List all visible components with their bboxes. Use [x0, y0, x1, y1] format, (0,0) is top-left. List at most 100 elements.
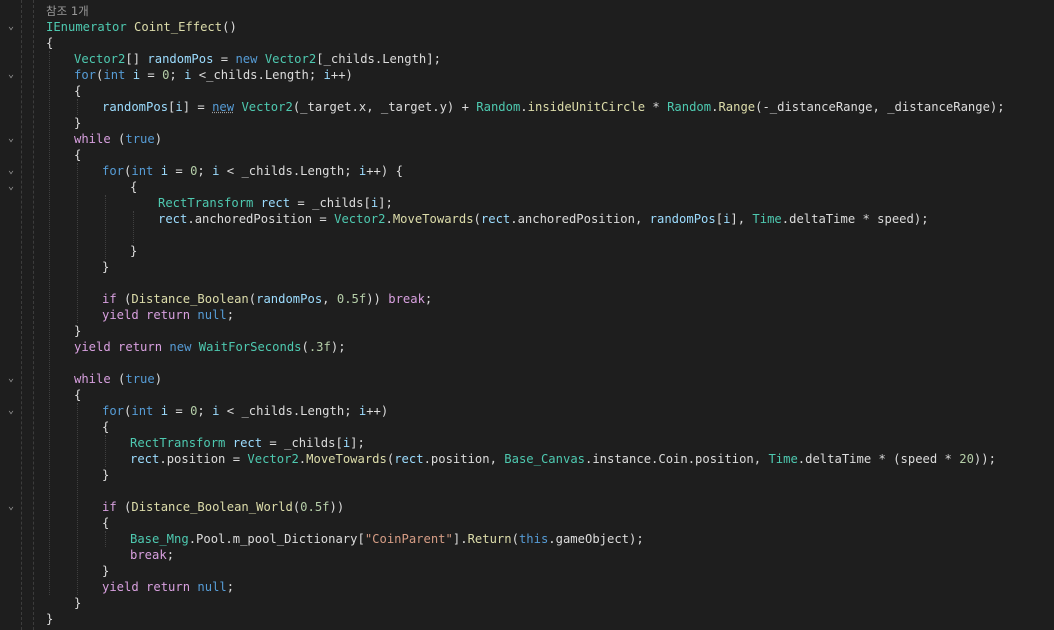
code-token: while [74, 372, 111, 386]
code-token: ); [330, 340, 346, 354]
code-token: Return [467, 532, 512, 546]
code-token: WaitForSeconds [198, 340, 302, 354]
code-line[interactable]: for(int i = 0; i <_childs.Length; i++) [74, 67, 353, 83]
code-token: while [74, 132, 111, 146]
code-token: .anchoredPosition, [510, 212, 650, 226]
code-line[interactable]: { [74, 83, 81, 99]
code-line[interactable]: if (Distance_Boolean_World(0.5f)) [102, 499, 344, 515]
code-token: = [140, 68, 163, 82]
code-line[interactable]: } [74, 595, 81, 611]
code-line[interactable]: } [74, 115, 81, 131]
code-line[interactable]: while (true) [74, 371, 162, 387]
code-token: rect [130, 452, 160, 466]
code-token: yield [102, 580, 139, 594]
code-token: [_childs.Length]; [316, 52, 441, 66]
code-token: ( [110, 372, 126, 386]
fold-chevron-icon[interactable]: ⌄ [6, 406, 16, 416]
fold-chevron-icon[interactable]: ⌄ [6, 374, 16, 384]
code-token: . [520, 100, 528, 114]
code-token: Vector2 [241, 100, 293, 114]
code-token: * [645, 100, 668, 114]
code-token: yield [102, 308, 139, 322]
code-token: ; [197, 404, 213, 418]
code-line[interactable]: { [46, 35, 53, 51]
code-token: MoveTowards [306, 452, 387, 466]
code-token: < _childs.Length; [219, 404, 359, 418]
code-line[interactable]: for(int i = 0; i < _childs.Length; i++) [102, 403, 388, 419]
code-token: .anchoredPosition = [187, 212, 335, 226]
code-token: randomPos [102, 100, 169, 114]
indent-guide [105, 531, 107, 547]
code-token: (_target.x, _target.y) + [292, 100, 477, 114]
code-line[interactable]: } [74, 323, 81, 339]
code-line[interactable]: for(int i = 0; i < _childs.Length; i++) … [102, 163, 403, 179]
code-line[interactable]: Base_Mng.Pool.m_pool_Dictionary["CoinPar… [130, 531, 644, 547]
code-token: rect [232, 436, 263, 450]
code-token: .Pool.m_pool_Dictionary[ [188, 532, 365, 546]
code-line[interactable]: } [46, 611, 53, 627]
code-token: )); [973, 452, 996, 466]
code-token: IEnumerator [46, 20, 127, 34]
code-line[interactable]: } [102, 467, 109, 483]
fold-chevron-icon[interactable]: ⌄ [6, 22, 16, 32]
code-token: MoveTowards [392, 212, 474, 226]
code-line[interactable]: { [102, 515, 109, 531]
code-line[interactable]: rect.position = Vector2.MoveTowards(rect… [130, 451, 996, 467]
code-token: RectTransform [130, 436, 226, 450]
code-line[interactable]: { [74, 147, 81, 163]
code-token: Range [718, 100, 756, 114]
code-token: ( [116, 500, 132, 514]
indent-guide [105, 195, 107, 259]
code-line[interactable]: Vector2[] randomPos = new Vector2[_child… [74, 51, 441, 67]
code-line[interactable]: { [130, 179, 137, 195]
code-line[interactable]: rect.anchoredPosition = Vector2.MoveTowa… [158, 211, 929, 227]
code-token: .position, [423, 452, 505, 466]
code-token: new [169, 340, 192, 354]
code-token: ++) { [366, 164, 403, 178]
code-token: int [131, 404, 154, 418]
code-token: i [160, 404, 169, 418]
fold-chevron-icon[interactable]: ⌄ [6, 166, 16, 176]
code-line[interactable]: yield return null; [102, 307, 234, 323]
code-token: insideUnitCircle [527, 100, 646, 114]
gutter-line-outer [21, 0, 23, 630]
code-line[interactable]: break; [130, 547, 174, 563]
code-line[interactable]: { [102, 419, 109, 435]
code-token: true [125, 372, 155, 386]
code-line[interactable]: yield return new WaitForSeconds(.3f); [74, 339, 346, 355]
fold-chevron-icon[interactable]: ⌄ [6, 182, 16, 192]
code-token: this [518, 532, 549, 546]
code-line[interactable]: while (true) [74, 131, 162, 147]
code-editor[interactable]: 참조 1개 IEnumerator Coint_Effect(){Vector2… [46, 0, 1054, 630]
code-line[interactable]: IEnumerator Coint_Effect() [46, 19, 237, 35]
code-token: ; [226, 580, 235, 594]
code-line[interactable]: { [74, 387, 81, 403]
indent-guide [77, 403, 79, 595]
fold-chevron-icon[interactable]: ⌄ [6, 134, 16, 144]
code-token: ( [110, 132, 126, 146]
code-line[interactable]: } [102, 563, 109, 579]
code-line[interactable]: randomPos[i] = new Vector2(_target.x, _t… [102, 99, 1005, 115]
code-token: null [197, 580, 227, 594]
code-line[interactable]: if (Distance_Boolean(randomPos, 0.5f)) b… [102, 291, 432, 307]
code-token: Base_Canvas [504, 452, 585, 466]
code-token: .position = [159, 452, 248, 466]
code-line[interactable]: } [130, 243, 137, 259]
code-token: ++) [366, 404, 389, 418]
fold-chevron-icon[interactable]: ⌄ [6, 70, 16, 80]
code-line[interactable]: RectTransform rect = _childs[i]; [130, 435, 365, 451]
code-token: ; [169, 68, 185, 82]
code-line[interactable]: } [102, 259, 109, 275]
fold-chevron-icon[interactable]: ⌄ [6, 502, 16, 512]
code-token: )) [366, 292, 389, 306]
code-line[interactable]: RectTransform rect = _childs[i]; [158, 195, 393, 211]
code-line[interactable]: yield return null; [102, 579, 234, 595]
code-token: Distance_Boolean_World [131, 500, 293, 514]
code-token: i [323, 68, 331, 82]
codelens-references[interactable]: 참조 1개 [46, 3, 89, 19]
code-token: ) [154, 132, 163, 146]
code-token: i [132, 68, 141, 82]
